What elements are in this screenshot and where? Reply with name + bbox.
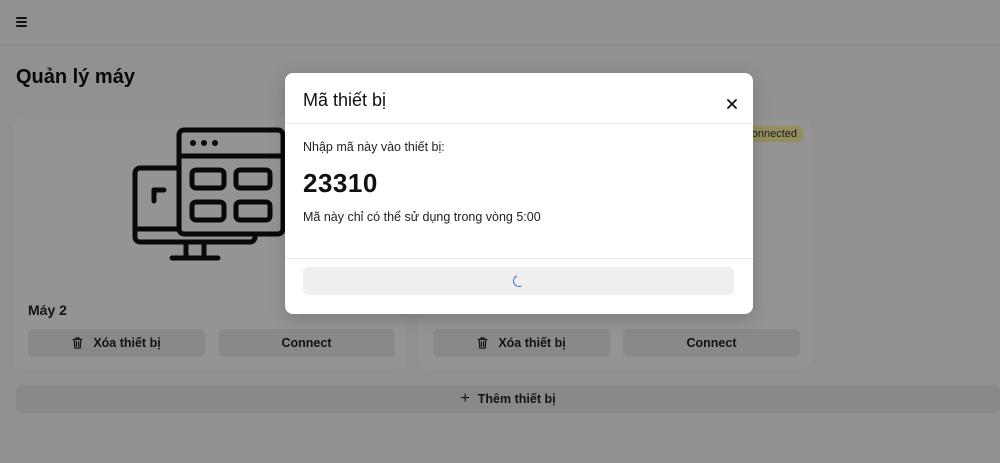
device-code: 23310: [303, 168, 378, 198]
dialog-header: Mã thiết bị: [285, 73, 753, 124]
dialog-title: Mã thiết bị: [303, 90, 387, 110]
device-code-dialog: Mã thiết bị Nhập mã này vào thiết bị: 23…: [285, 73, 753, 314]
code-prompt: Nhập mã này vào thiết bị:: [303, 140, 445, 154]
loading-button[interactable]: [303, 267, 734, 295]
loading-spinner-icon: [510, 273, 527, 289]
dialog-body: Nhập mã này vào thiết bị: 23310 Mã này c…: [285, 124, 753, 259]
close-icon[interactable]: [725, 97, 739, 111]
code-validity-text: Mã này chỉ có thể sử dụng trong vòng 5:0…: [303, 210, 541, 224]
